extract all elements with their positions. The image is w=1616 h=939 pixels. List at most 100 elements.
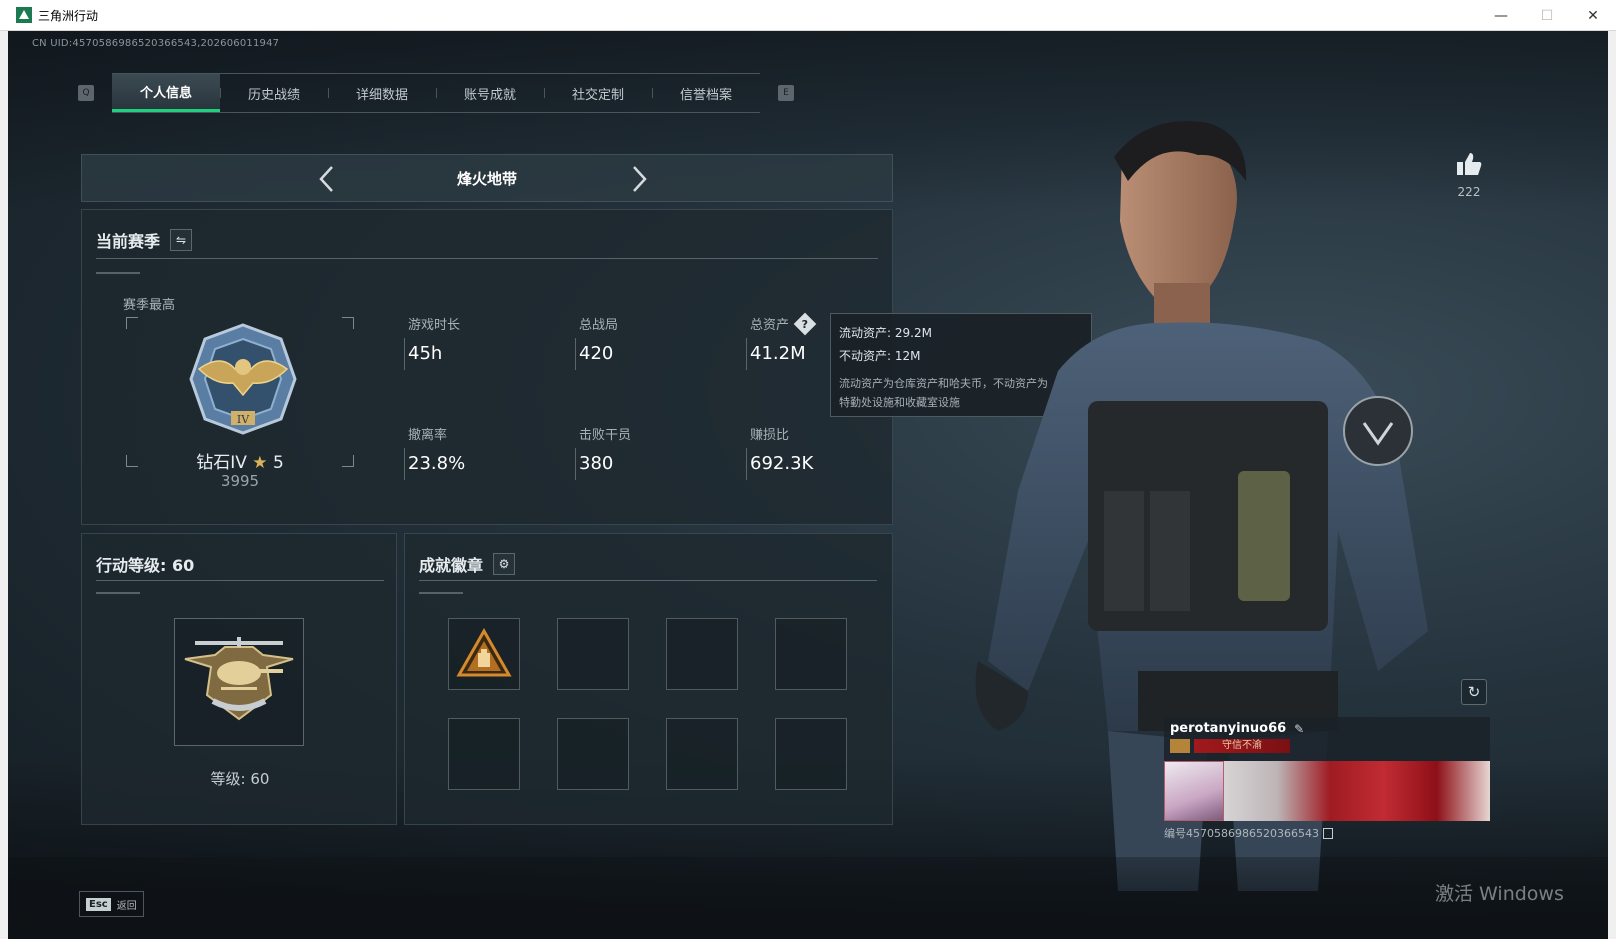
chevron-right-icon[interactable]	[628, 163, 650, 201]
achievement-slot[interactable]	[775, 618, 847, 690]
esc-key: Esc	[86, 897, 111, 911]
achievement-slot[interactable]	[448, 718, 520, 790]
tab-history[interactable]: 历史战绩	[220, 74, 328, 112]
achievements-divider	[419, 580, 877, 581]
stat-label: 游戏时长	[408, 318, 461, 333]
rank-name-row: 钻石IV ★ 5	[82, 448, 398, 473]
stat-label: 赚损比	[750, 428, 790, 443]
stat-play-time: 游戏时长 45h	[408, 314, 460, 364]
game-viewport: CN UID:4570586986520366543,202606011947 …	[8, 31, 1608, 939]
stat-label: 击败干员	[579, 428, 632, 443]
diamond-rank-badge-icon: IV	[189, 323, 297, 435]
triangle-badge-icon	[456, 627, 512, 677]
season-tick	[96, 272, 140, 274]
season-header: 当前赛季 ⇋	[96, 228, 193, 252]
achievements-title: 成就徽章	[419, 556, 484, 575]
level-label: 等级: 60	[210, 770, 270, 788]
season-title: 当前赛季	[96, 232, 161, 251]
level-header: 行动等级: 60	[96, 552, 194, 576]
tab-prev-key[interactable]: Q	[78, 85, 94, 101]
season-best-label: 赛季最高	[123, 298, 176, 313]
minimize-button[interactable]: —	[1478, 0, 1524, 31]
helicopter-emblem-icon	[184, 637, 294, 721]
achievements-header: 成就徽章 ⚙	[419, 552, 516, 576]
achievement-slot[interactable]	[666, 618, 738, 690]
stat-total-matches: 总战局 420	[579, 314, 618, 364]
banner-art	[1224, 761, 1490, 821]
level-tick	[96, 592, 140, 594]
mode-title: 烽火地带	[456, 169, 517, 188]
tab-credit-profile[interactable]: 信誉档案	[652, 74, 760, 112]
tab-detailed-data[interactable]: 详细数据	[328, 74, 436, 112]
rank-score: 3995	[220, 472, 260, 490]
rank-name: 钻石IV	[196, 453, 247, 473]
star-icon: ★	[252, 453, 268, 473]
stat-extraction-rate: 撤离率 23.8%	[408, 424, 465, 474]
svg-text:IV: IV	[237, 413, 250, 426]
achievements-panel: 成就徽章 ⚙	[404, 533, 893, 825]
rank-stars: 5	[272, 453, 284, 473]
season-panel: 当前赛季 ⇋ 赛季最高 IV 钻石IV ★ 5 3995 游戏时长 45h 总战…	[81, 209, 893, 525]
player-id: 编号4570586986520366543	[1164, 827, 1319, 840]
level-divider	[96, 580, 384, 581]
back-button[interactable]: Esc 返回	[79, 891, 144, 917]
uid-text: CN UID:4570586986520366543,202606011947	[32, 38, 280, 49]
chevron-left-icon[interactable]	[316, 163, 338, 201]
stat-value: 380	[579, 453, 614, 474]
stat-operators-defeated: 击败干员 380	[579, 424, 631, 474]
app-icon	[16, 7, 32, 23]
help-icon[interactable]: ?	[793, 312, 817, 335]
stat-label: 撤离率	[408, 428, 448, 443]
like-widget[interactable]: 222	[1449, 151, 1489, 199]
achievement-slot[interactable]	[557, 618, 629, 690]
level-title: 行动等级: 60	[96, 556, 195, 575]
maximize-button[interactable]: ☐	[1524, 0, 1570, 31]
back-label: 返回	[116, 900, 137, 912]
stat-value: 41.2M	[750, 343, 806, 364]
player-name: perotanyinuo66	[1170, 721, 1287, 736]
tab-next-key[interactable]: E	[778, 85, 794, 101]
achievements-tick	[419, 592, 463, 594]
bottom-bar: Esc 返回	[8, 857, 1608, 939]
title-badge: 守信不渝	[1194, 739, 1290, 753]
title-emblem-icon	[1170, 739, 1190, 753]
gear-icon[interactable]: ⚙	[493, 553, 516, 575]
windows-activation-watermark: 激活 Windows	[1435, 883, 1564, 905]
stat-total-assets: 总资产 ? 41.2M	[750, 312, 817, 364]
achievement-slot[interactable]	[557, 718, 629, 790]
stat-label-row: 总资产 ?	[750, 312, 817, 335]
like-count: 222	[1457, 185, 1481, 199]
tab-bar: Q 个人信息 历史战绩 详细数据 账号成就 社交定制 信誉档案 E	[78, 73, 794, 113]
swap-icon[interactable]: ⇋	[170, 229, 193, 251]
window-controls: — ☐ ✕	[1478, 0, 1616, 31]
tab-strip: 个人信息 历史战绩 详细数据 账号成就 社交定制 信誉档案	[112, 73, 760, 113]
level-emblem-frame	[174, 618, 304, 746]
thumbs-up-icon[interactable]	[1455, 151, 1483, 177]
tab-personal-info[interactable]: 个人信息	[112, 74, 220, 112]
close-button[interactable]: ✕	[1570, 0, 1616, 31]
player-id-row: 编号4570586986520366543	[1164, 825, 1490, 841]
tab-account-achievements[interactable]: 账号成就	[436, 74, 544, 112]
edit-icon[interactable]: ✎	[1294, 722, 1304, 736]
title-row: 守信不渝	[1170, 739, 1484, 753]
copy-icon[interactable]	[1322, 827, 1333, 839]
rank-frame: IV	[126, 317, 354, 467]
achievement-slot[interactable]	[448, 618, 520, 690]
player-name-row: perotanyinuo66 ✎	[1170, 721, 1484, 736]
achievement-slot[interactable]	[775, 718, 847, 790]
stat-value: 692.3K	[750, 453, 814, 474]
achievement-slot[interactable]	[666, 718, 738, 790]
player-card[interactable]: perotanyinuo66 ✎ 守信不渝 编号4570586986520366…	[1164, 717, 1490, 853]
mode-selector: 烽火地带	[81, 154, 893, 202]
stat-profit-loss-ratio: 赚损比 692.3K	[750, 424, 813, 474]
refresh-icon[interactable]: ↻	[1461, 679, 1487, 705]
avatar	[1164, 761, 1224, 821]
tab-social-custom[interactable]: 社交定制	[544, 74, 652, 112]
stat-value: 23.8%	[408, 453, 466, 474]
window-titlebar: 三角洲行动 — ☐ ✕	[0, 0, 1616, 31]
player-banner	[1164, 761, 1490, 821]
stat-label: 总战局	[579, 318, 619, 333]
stat-value: 420	[579, 343, 614, 364]
stat-label: 总资产	[750, 318, 790, 333]
window-title: 三角洲行动	[38, 8, 99, 23]
